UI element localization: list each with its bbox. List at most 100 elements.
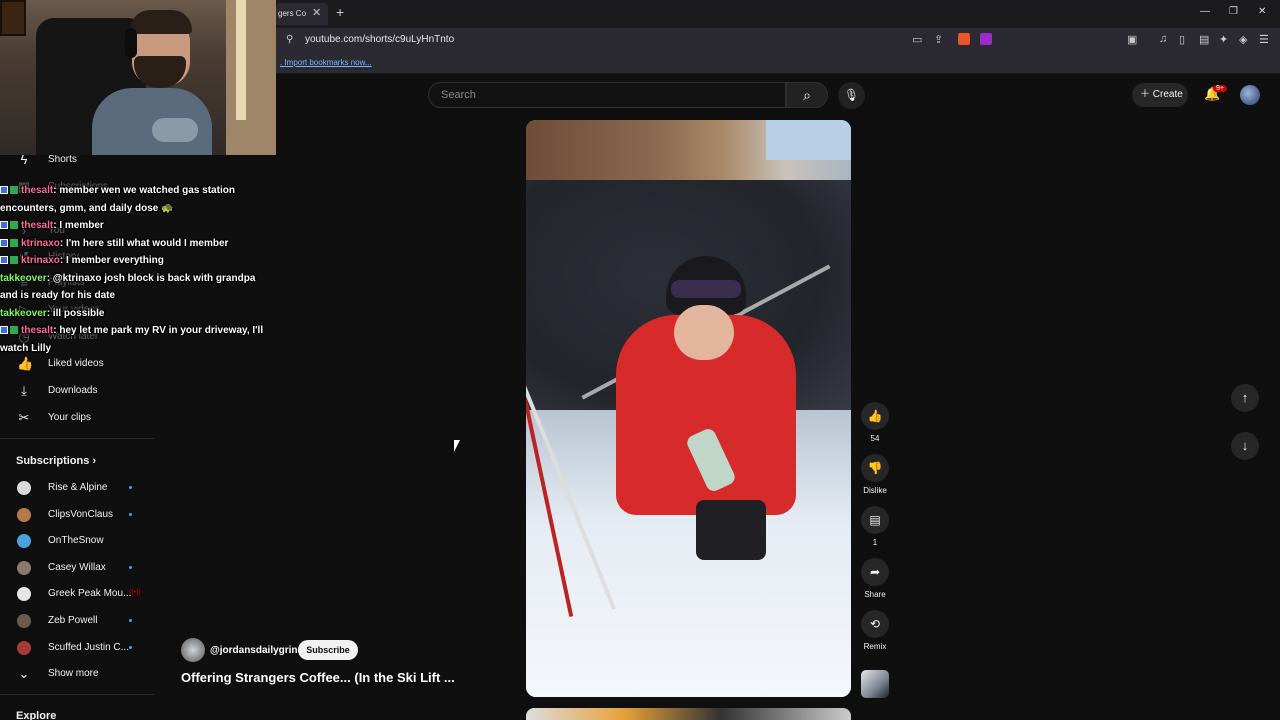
chat-username[interactable]: ktrinaxo	[21, 255, 60, 266]
next-short-arrow-icon[interactable]: ↓	[1231, 432, 1259, 460]
site-info-icon[interactable]: ⚲	[286, 34, 293, 45]
media-icon[interactable]: ♫	[1159, 33, 1167, 45]
brave-shield-icon[interactable]	[958, 33, 970, 45]
subscription-name: OnTheSnow	[48, 535, 104, 547]
import-bookmarks-link[interactable]: . Import bookmarks now...	[280, 58, 372, 67]
channel-avatar[interactable]	[181, 638, 205, 662]
subscriptions-heading[interactable]: Subscriptions ›	[16, 455, 96, 467]
new-tab-icon[interactable]: +	[336, 4, 344, 20]
chat-username[interactable]: thesalt	[21, 220, 53, 231]
sidebar-item-label: Shorts	[48, 154, 77, 165]
webcam-shelf	[226, 0, 276, 155]
new-content-dot	[129, 512, 132, 516]
subscription-name: Zeb Powell	[48, 615, 98, 626]
chat-badge-icon	[10, 326, 18, 334]
minimize-icon[interactable]: —	[1200, 6, 1210, 17]
video-title[interactable]: Offering Strangers Coffee... (In the Ski…	[181, 670, 455, 685]
share-icon[interactable]: ➦	[861, 558, 889, 586]
sidebar-item-label: Downloads	[48, 385, 98, 396]
explore-heading: Explore	[16, 710, 57, 720]
stream-chat-overlay: thesalt: member wen we watched gas stati…	[0, 182, 272, 357]
search-input[interactable]: Search	[428, 82, 786, 108]
sidebar-item-your-clips[interactable]: ✂ Your clips	[0, 406, 154, 430]
chat-badge-icon	[10, 221, 18, 229]
cast-icon[interactable]: ▭	[912, 33, 922, 46]
subscription-item[interactable]: OnTheSnow	[0, 529, 154, 553]
webcam-lamp	[236, 0, 246, 120]
rewards-icon[interactable]	[980, 33, 992, 45]
shorts-video-player[interactable]	[526, 120, 851, 697]
chat-badge-icon	[10, 186, 18, 194]
sidebar-item-downloads[interactable]: ⤓ Downloads	[0, 379, 154, 403]
close-window-icon[interactable]: ✕	[1258, 6, 1266, 17]
avatar[interactable]	[1240, 85, 1260, 105]
subscriber-badge-icon	[0, 221, 8, 229]
share-page-icon[interactable]: ⇪	[934, 33, 943, 46]
comment-icon[interactable]: ▤	[861, 506, 889, 534]
search-icon[interactable]: ⌕	[786, 82, 828, 108]
subscription-item[interactable]: Greek Peak Mou... ((•))	[0, 582, 154, 606]
menu-icon[interactable]: ☰	[1259, 33, 1269, 46]
reader-icon[interactable]: ▯	[1179, 33, 1185, 46]
channel-name[interactable]: @jordansdailygrind	[210, 645, 304, 656]
show-more-button[interactable]: ⌄ Show more	[0, 662, 154, 686]
share-action: ➦ Share	[861, 558, 889, 599]
channel-avatar	[17, 534, 31, 549]
video-pants	[696, 500, 766, 560]
subscription-item[interactable]: Casey Willax	[0, 556, 154, 580]
channel-avatar	[17, 614, 31, 628]
subscription-item[interactable]: ClipsVonClaus	[0, 503, 154, 527]
like-icon: 👍	[17, 356, 34, 371]
subscriber-badge-icon	[0, 326, 8, 334]
create-button[interactable]: ＋ Create	[1132, 83, 1188, 107]
chat-text: : ill possible	[46, 307, 105, 319]
chat-message: ktrinaxo: I member everything	[0, 252, 272, 270]
url-field[interactable]: youtube.com/shorts/c9uLyHnTnto	[305, 34, 454, 45]
next-short-preview[interactable]	[526, 708, 851, 720]
chat-badge-icon	[10, 238, 18, 247]
chat-badge-icon	[10, 256, 18, 264]
sidebar-divider	[0, 694, 154, 695]
chat-message: thesalt: I member	[0, 217, 272, 235]
microphone-icon[interactable]: 🎙	[838, 82, 865, 109]
live-icon: ((•))	[129, 589, 141, 597]
notification-badge: 9+	[1213, 85, 1227, 92]
ai-icon[interactable]: ✦	[1219, 33, 1228, 46]
previous-short-arrow-icon[interactable]: ↑	[1231, 384, 1259, 412]
vpn-icon[interactable]: ◈	[1239, 33, 1247, 46]
sound-thumbnail[interactable]	[861, 670, 889, 698]
chat-username[interactable]: thesalt	[21, 325, 53, 336]
channel-avatar	[17, 587, 31, 602]
maximize-icon[interactable]: ❐	[1229, 6, 1238, 17]
chat-username[interactable]: takkeover	[0, 273, 47, 284]
subscription-name: ClipsVonClaus	[48, 508, 114, 520]
like-icon[interactable]: 👍	[861, 402, 889, 430]
new-content-dot	[129, 486, 132, 489]
video-goggles	[671, 280, 741, 298]
sidebar-toggle-icon[interactable]: ▣	[1127, 33, 1137, 46]
subscriber-badge-icon	[0, 256, 8, 264]
remix-icon[interactable]: ⟲	[861, 610, 889, 638]
mouse-cursor-icon	[454, 440, 466, 452]
scissors-icon: ✂	[18, 410, 30, 425]
video-face	[674, 305, 734, 360]
subscription-item[interactable]: Scuffed Justin C...	[0, 636, 154, 660]
wallet-icon[interactable]: ▤	[1199, 33, 1209, 46]
subscribe-button[interactable]: Subscribe	[298, 640, 358, 660]
remix-action: ⟲ Remix	[861, 610, 889, 651]
chat-username[interactable]: ktrinaxo	[21, 238, 60, 249]
webcam-overlay	[0, 0, 276, 155]
chat-text: : I member	[53, 220, 104, 231]
sidebar-divider	[0, 438, 154, 439]
new-content-dot	[129, 565, 132, 569]
subscription-item[interactable]: Zeb Powell	[0, 609, 154, 633]
chat-username[interactable]: thesalt	[21, 185, 53, 196]
webcam-streamer-hair	[130, 10, 192, 34]
subscription-item[interactable]: Rise & Alpine	[0, 476, 154, 500]
tab-close-icon[interactable]: ✕	[312, 6, 321, 19]
video-sky	[766, 120, 851, 160]
subscription-name: Casey Willax	[48, 561, 106, 573]
dislike-icon[interactable]: 👎	[861, 454, 889, 482]
sidebar-item-label: Your clips	[48, 412, 91, 423]
chat-username[interactable]: takkeover	[0, 308, 47, 319]
